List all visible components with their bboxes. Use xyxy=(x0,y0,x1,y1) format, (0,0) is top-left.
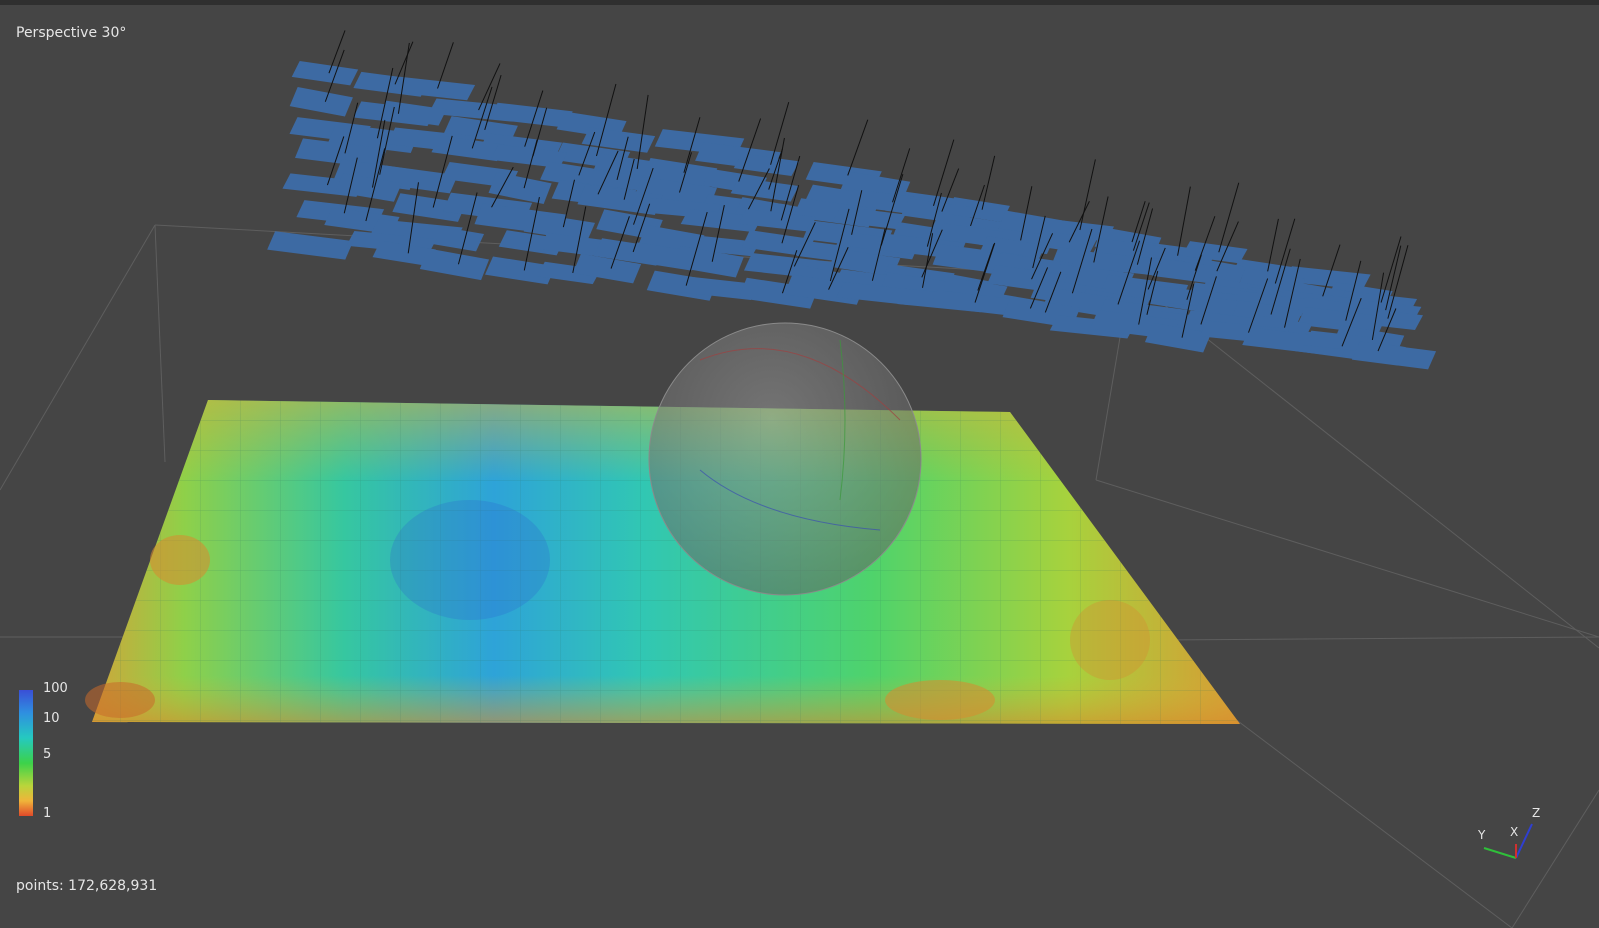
camera-plane[interactable] xyxy=(391,76,476,101)
camera-plane[interactable] xyxy=(291,60,359,86)
colorbar-tick-label: 1 xyxy=(43,806,52,821)
3d-viewport[interactable]: Perspective 30° 100 10 5 1 points: 172,6… xyxy=(0,0,1599,928)
colorbar-tick-label: 10 xyxy=(43,711,60,726)
axis-y-label: Y xyxy=(1478,828,1486,842)
selection-sphere[interactable] xyxy=(648,322,922,596)
camera-ray xyxy=(770,101,790,165)
axis-gizmo[interactable]: Y X Z xyxy=(1470,800,1550,870)
camera-ray xyxy=(478,63,501,111)
colorbar-tick-label: 5 xyxy=(43,747,52,762)
camera-ray xyxy=(1267,218,1279,272)
axis-z-label: Z xyxy=(1532,806,1541,820)
points-count-label: points: 172,628,931 xyxy=(16,878,158,894)
colorbar-gradient xyxy=(19,690,33,816)
camera-plane[interactable] xyxy=(289,86,353,117)
camera-plane[interactable] xyxy=(419,248,490,281)
camera-ray xyxy=(1218,182,1240,253)
camera-ray xyxy=(933,139,955,206)
camera-ray xyxy=(981,155,996,210)
axis-x-label: X xyxy=(1510,825,1519,839)
camera-ray xyxy=(847,119,869,176)
camera-ray xyxy=(636,94,649,170)
scene-canvas[interactable] xyxy=(0,0,1599,928)
colorbar-tick-label: 100 xyxy=(43,681,68,696)
view-mode-label: Perspective 30° xyxy=(16,25,127,41)
camera-planes[interactable] xyxy=(267,60,1437,370)
camera-ray xyxy=(437,42,454,89)
camera-ray xyxy=(1079,159,1096,231)
